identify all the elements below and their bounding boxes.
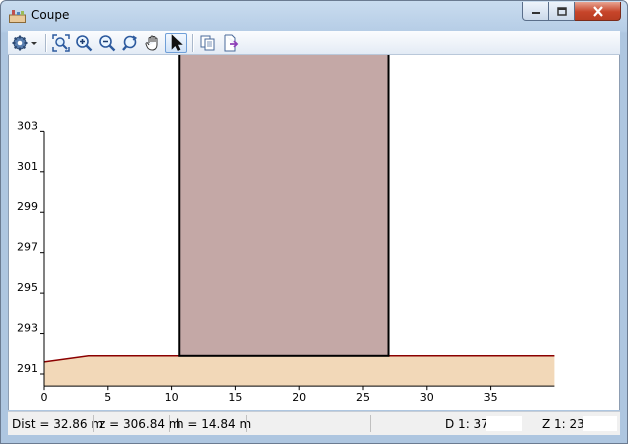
y-tick-label: 293 [17, 322, 38, 335]
terrain-area [44, 355, 555, 387]
zoom-extent-icon [52, 33, 70, 52]
maximize-button[interactable] [549, 2, 575, 21]
toolbar [8, 31, 620, 55]
status-divider [93, 415, 94, 432]
status-bar: Dist = 32.86 m z = 306.84 m h = 14.84 m … [8, 411, 620, 435]
y-tick-label: 291 [17, 362, 38, 375]
building-section [178, 52, 390, 357]
zoom-in-button[interactable] [73, 33, 95, 53]
coupe-window: Coupe 291 293 295 297 299 301 303 0 5 10… [0, 0, 628, 444]
y-tick-label: 299 [17, 200, 38, 213]
status-divider [370, 415, 371, 432]
zoom-previous-button[interactable] [119, 33, 141, 53]
zoom-out-button[interactable] [96, 33, 118, 53]
select-button[interactable] [165, 32, 187, 53]
section-profile-icon [9, 10, 26, 23]
zoom-extent-button[interactable] [50, 33, 72, 53]
profile-canvas[interactable]: 291 293 295 297 299 301 303 0 5 10 15 20 25 30 35 [8, 52, 620, 410]
section-profile-chart[interactable]: 291 293 295 297 299 301 303 0 5 10 15 20 25 30 35 [9, 52, 619, 410]
copy-icon [200, 35, 215, 50]
toolbar-separator [45, 33, 46, 52]
copy-button[interactable] [197, 33, 219, 53]
minimize-icon [531, 12, 540, 14]
status-height: h = 14.84 m [176, 417, 252, 431]
toolbar-separator [192, 33, 193, 52]
x-tick-label: 35 [484, 391, 498, 404]
export-button[interactable] [220, 33, 242, 53]
gear-icon [12, 35, 37, 50]
status-scale-box [583, 416, 617, 431]
export-icon [224, 34, 239, 51]
y-tick-label: 303 [17, 119, 38, 132]
x-tick-label: 10 [165, 391, 179, 404]
y-tick-label: 295 [17, 281, 38, 294]
zoom-in-icon [76, 34, 93, 51]
status-distance: Dist = 32.86 m [12, 417, 104, 431]
status-scale-box [486, 416, 522, 431]
x-tick-label: 30 [420, 391, 434, 404]
zoom-previous-icon [122, 34, 138, 51]
close-button[interactable] [575, 2, 621, 21]
y-tick-label: 301 [17, 160, 38, 173]
minimize-button[interactable] [522, 2, 549, 21]
arrow-pointer-icon [171, 33, 183, 51]
settings-menu-button[interactable] [10, 33, 40, 53]
x-tick-label: 5 [104, 391, 111, 404]
x-tick-label: 15 [228, 391, 242, 404]
zoom-out-icon [99, 34, 116, 51]
x-tick-label: 20 [292, 391, 306, 404]
pan-button[interactable] [142, 33, 164, 53]
close-icon [592, 5, 603, 17]
status-divider [246, 415, 247, 432]
y-tick-label: 297 [17, 241, 38, 254]
title-bar[interactable]: Coupe [1, 1, 627, 31]
x-tick-label: 25 [356, 391, 370, 404]
status-divider [169, 415, 170, 432]
hand-icon [145, 35, 158, 51]
maximize-icon [556, 6, 567, 16]
window-title: Coupe [31, 8, 70, 22]
x-tick-label: 0 [41, 391, 48, 404]
